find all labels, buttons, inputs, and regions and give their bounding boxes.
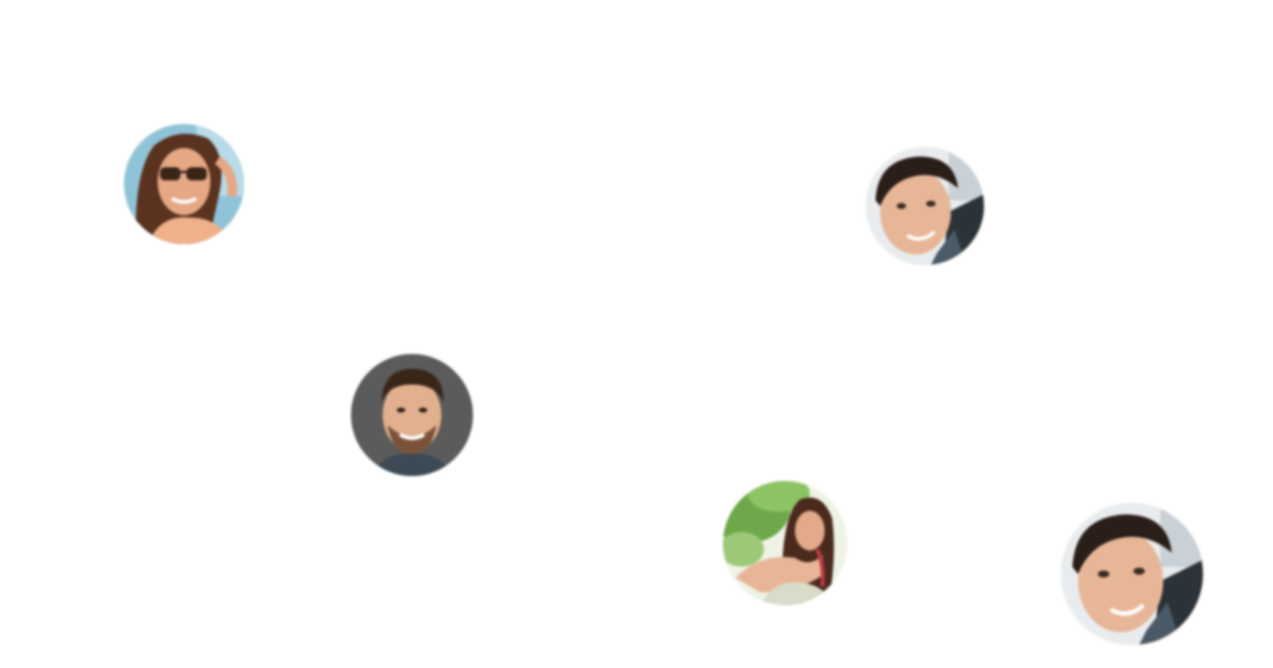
person-photo-icon bbox=[866, 147, 984, 265]
avatar-man-smiling[interactable] bbox=[351, 354, 473, 476]
person-photo-icon bbox=[124, 124, 244, 244]
avatar-man-dark-hair[interactable] bbox=[866, 147, 984, 265]
person-photo-icon bbox=[723, 481, 847, 605]
avatar-woman-sunglasses[interactable] bbox=[124, 124, 244, 244]
avatar-canvas bbox=[0, 0, 1273, 668]
person-photo-icon bbox=[351, 354, 473, 476]
person-photo-icon bbox=[1061, 503, 1203, 645]
avatar-woman-green-background[interactable] bbox=[723, 481, 847, 605]
avatar-man-dark-hair-large[interactable] bbox=[1061, 503, 1203, 645]
